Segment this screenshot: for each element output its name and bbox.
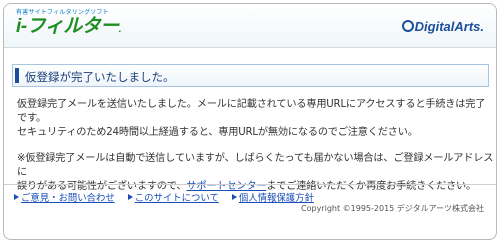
- footer-link-about[interactable]: このサイトについて: [127, 193, 219, 204]
- arrow-right-icon: [14, 194, 19, 200]
- footer-link-about-label: このサイトについて: [134, 193, 219, 204]
- copyright: Copyright ©1995-2015 デジタルアーツ株式会社: [301, 204, 484, 213]
- footer-link-contact-label: ご意見・お問い合わせ: [21, 193, 115, 204]
- page-frame: 有害サイトフィルタリングソフト i-フィルター. DigitalArts. 仮登…: [3, 3, 497, 240]
- instruction-paragraph: 仮登録完了メールを送信いたしました。メールに記載されている専用URLにアクセスす…: [17, 98, 495, 140]
- brand-name-text: i-フィルター: [16, 16, 119, 37]
- arrow-right-icon: [127, 194, 133, 200]
- header: 有害サイトフィルタリングソフト i-フィルター. DigitalArts.: [4, 4, 496, 48]
- banner-accent-bar: [15, 68, 19, 83]
- footer-links: ご意見・お問い合わせ このサイトについて 個人情報保護方針: [14, 190, 324, 204]
- footer-link-contact[interactable]: ご意見・お問い合わせ: [14, 193, 115, 204]
- note-line-1: ※仮登録完了メールは自動で送信していますが、しばらくたっても届かない場合は、ご登…: [17, 153, 494, 178]
- brand-name: i-フィルター.: [16, 16, 122, 40]
- brand-tagline: 有害サイトフィルタリングソフト: [16, 9, 109, 16]
- status-banner: 仮登録が完了いたしました。: [12, 64, 489, 87]
- corp-logo: DigitalArts.: [402, 16, 484, 35]
- brand-dot: .: [118, 24, 122, 35]
- corp-name: DigitalArts.: [402, 19, 484, 34]
- brand-logo: 有害サイトフィルタリングソフト i-フィルター.: [16, 9, 122, 40]
- instruction-line-2: セキュリティのため24時間以上経過すると、専用URLが無効になるのでご注意くださ…: [17, 127, 418, 138]
- arrow-right-icon: [231, 194, 237, 200]
- instruction-line-1: 仮登録完了メールを送信いたしました。メールに記載されている専用URLにアクセスす…: [17, 99, 486, 124]
- footer: ご意見・お問い合わせ このサイトについて 個人情報保護方針 Copyright …: [4, 184, 496, 239]
- status-message: 仮登録が完了いたしました。: [25, 70, 175, 84]
